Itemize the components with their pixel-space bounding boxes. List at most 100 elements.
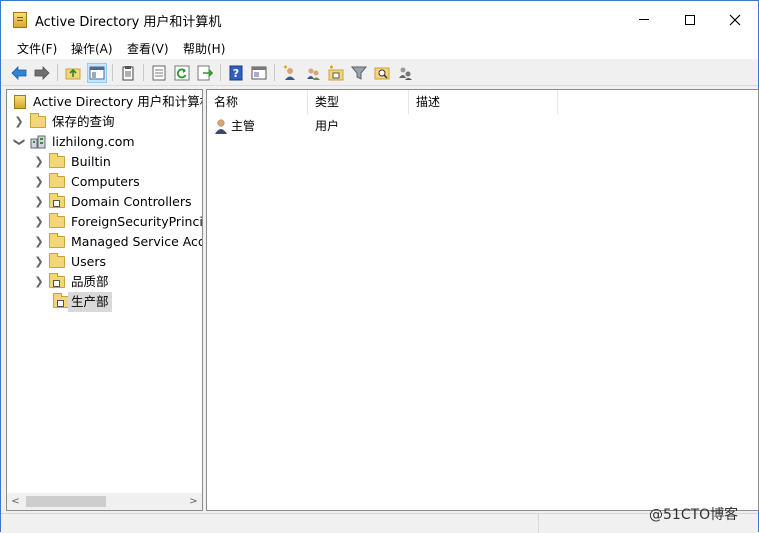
watermark: @51CTO博客 xyxy=(649,507,739,523)
tree-item-label: Builtin xyxy=(71,154,111,169)
tree-item-label: ForeignSecurityPrincipals xyxy=(71,214,203,229)
folder-icon xyxy=(49,153,65,168)
show-hide-tree-icon xyxy=(89,66,105,80)
chevron-right-icon[interactable]: ❯ xyxy=(33,172,45,192)
column-header-description[interactable]: 描述 xyxy=(409,90,558,114)
back-arrow-icon xyxy=(11,66,27,80)
clipboard-button[interactable] xyxy=(118,63,138,83)
tree-item-label: Users xyxy=(71,254,107,269)
svg-text:?: ? xyxy=(233,67,239,80)
properties-button[interactable] xyxy=(149,63,169,83)
menu-view[interactable]: 查看(V) xyxy=(127,40,169,57)
up-one-level-button[interactable] xyxy=(63,63,83,83)
status-bar xyxy=(1,513,758,533)
user-icon xyxy=(215,119,227,134)
find-button[interactable] xyxy=(372,63,392,83)
tree-item-label: lizhilong.com xyxy=(52,134,135,149)
refresh-button[interactable] xyxy=(172,63,192,83)
tree-item-saved-queries[interactable]: ❯ 保存的查询 xyxy=(7,112,202,132)
tree-item-computers[interactable]: ❯ Computers xyxy=(7,172,202,192)
tree-item-label: Active Directory 用户和计算机 xyxy=(33,94,203,109)
close-icon xyxy=(729,14,741,25)
tree-item-label: Domain Controllers xyxy=(71,194,192,209)
chevron-right-icon[interactable]: ❯ xyxy=(33,252,45,272)
maximize-button[interactable] xyxy=(667,1,713,37)
toolbar-separator xyxy=(57,64,58,81)
chevron-down-icon[interactable]: ❯ xyxy=(9,136,29,148)
navigation-tree[interactable]: Active Directory 用户和计算机 ❯ 保存的查询 ❯ lizhil… xyxy=(6,89,203,511)
chevron-right-icon[interactable]: ❯ xyxy=(33,272,45,292)
cell-name: 主管 xyxy=(231,119,256,133)
column-header-type[interactable]: 类型 xyxy=(308,90,409,114)
cell-type: 用户 xyxy=(315,119,340,133)
new-group-icon xyxy=(307,68,320,80)
toolbar: ? xyxy=(1,59,758,86)
view-icon xyxy=(251,66,267,80)
add-to-group-icon xyxy=(399,67,412,80)
minimize-button[interactable] xyxy=(621,1,667,37)
tree-item-domain[interactable]: ❯ lizhilong.com xyxy=(7,132,202,152)
details-list[interactable]: 名称 类型 描述 主管 用户 xyxy=(206,89,759,511)
toolbar-separator xyxy=(274,64,275,81)
tree-item-foreign-security-principals[interactable]: ❯ ForeignSecurityPrincipals xyxy=(7,212,202,232)
maximize-icon xyxy=(685,14,695,25)
chevron-right-icon[interactable]: ❯ xyxy=(13,112,25,132)
menu-bar: 文件(F) 操作(A) 查看(V) 帮助(H) xyxy=(1,37,758,59)
tree-item-users[interactable]: ❯ Users xyxy=(7,252,202,272)
chevron-right-icon[interactable]: ❯ xyxy=(33,152,45,172)
toolbar-separator xyxy=(143,64,144,81)
table-row[interactable]: 主管 用户 xyxy=(207,116,758,136)
forward-arrow-icon xyxy=(34,66,50,80)
scroll-right-button[interactable]: > xyxy=(185,493,202,510)
ou-folder-icon xyxy=(53,293,69,308)
properties-icon xyxy=(152,65,166,81)
back-button[interactable] xyxy=(9,63,29,83)
new-ou-button[interactable] xyxy=(326,63,346,83)
folder-icon xyxy=(49,233,65,248)
forward-button[interactable] xyxy=(32,63,52,83)
tree-item-managed-service-accounts[interactable]: ❯ Managed Service Accounts xyxy=(7,232,202,252)
app-window: Active Directory 用户和计算机 文件(F) 操作(A) 查看(V… xyxy=(0,0,759,533)
up-folder-icon xyxy=(65,68,81,80)
toolbar-separator xyxy=(112,64,113,81)
close-button[interactable] xyxy=(712,1,758,37)
help-button[interactable]: ? xyxy=(226,63,246,83)
new-user-icon xyxy=(284,65,295,80)
chevron-right-icon[interactable]: ❯ xyxy=(33,212,45,232)
tree-horizontal-scrollbar[interactable]: < > xyxy=(7,493,202,510)
menu-help[interactable]: 帮助(H) xyxy=(183,40,225,57)
scroll-left-button[interactable]: < xyxy=(7,493,24,510)
tree-item-domain-controllers[interactable]: ❯ Domain Controllers xyxy=(7,192,202,212)
view-button[interactable] xyxy=(249,63,269,83)
column-header-name[interactable]: 名称 xyxy=(207,90,308,114)
export-list-button[interactable] xyxy=(195,63,215,83)
chevron-right-icon[interactable]: ❯ xyxy=(33,232,45,252)
tree-item-builtin[interactable]: ❯ Builtin xyxy=(7,152,202,172)
show-hide-tree-button[interactable] xyxy=(87,63,107,83)
chevron-right-icon[interactable]: ❯ xyxy=(33,192,45,212)
toolbar-separator xyxy=(220,64,221,81)
tree-item-label: 保存的查询 xyxy=(52,114,115,129)
new-user-button[interactable] xyxy=(280,63,300,83)
tree-item-production-dept[interactable]: 生产部 xyxy=(7,292,202,312)
new-group-button[interactable] xyxy=(303,63,323,83)
scroll-thumb[interactable] xyxy=(26,496,106,507)
find-icon xyxy=(374,67,390,80)
tree-item-label: Computers xyxy=(71,174,140,189)
filter-button[interactable] xyxy=(349,63,369,83)
domain-icon xyxy=(30,135,46,149)
minimize-icon xyxy=(639,19,649,20)
tree-item-root[interactable]: Active Directory 用户和计算机 xyxy=(7,92,202,112)
export-list-icon xyxy=(197,65,213,81)
window-title: Active Directory 用户和计算机 xyxy=(35,15,222,30)
add-to-group-button[interactable] xyxy=(395,63,415,83)
folder-icon xyxy=(49,213,65,228)
title-bar[interactable]: Active Directory 用户和计算机 xyxy=(1,1,758,37)
tree-item-quality-dept[interactable]: ❯ 品质部 xyxy=(7,272,202,292)
tree-item-label: 生产部 xyxy=(68,292,112,312)
ou-folder-icon xyxy=(49,273,65,288)
ad-app-icon xyxy=(13,12,27,28)
menu-file[interactable]: 文件(F) xyxy=(17,40,57,57)
menu-action[interactable]: 操作(A) xyxy=(71,40,113,57)
ad-root-icon xyxy=(14,95,26,109)
